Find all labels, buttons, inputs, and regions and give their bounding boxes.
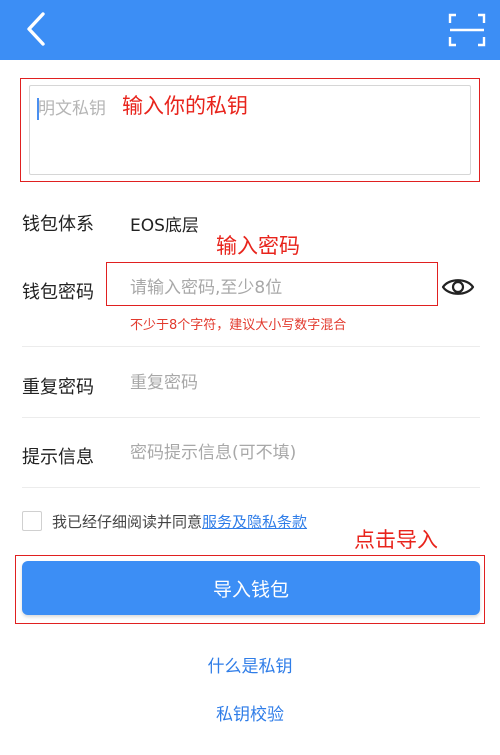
agreement-text: 我已经仔细阅读并同意 bbox=[52, 512, 203, 531]
password-strength-hint: 不少于8个字符，建议大小写数字混合 bbox=[130, 318, 347, 333]
eye-icon bbox=[441, 279, 475, 295]
annotation-click-import: 点击导入 bbox=[354, 528, 438, 552]
divider bbox=[22, 346, 480, 347]
annotation-enter-password: 输入密码 bbox=[216, 234, 300, 258]
private-key-field bbox=[29, 85, 471, 175]
hint-info-label: 提示信息 bbox=[22, 447, 94, 468]
toggle-password-visibility[interactable] bbox=[440, 274, 476, 300]
private-key-input[interactable] bbox=[30, 86, 470, 174]
agreement-row: 我已经仔细阅读并同意 服务及隐私条款 bbox=[22, 508, 307, 534]
repeat-password-input[interactable] bbox=[124, 365, 464, 401]
annotation-enter-key: 输入你的私钥 bbox=[122, 94, 248, 118]
back-button[interactable] bbox=[18, 10, 58, 50]
what-is-private-key-link[interactable]: 什么是私钥 bbox=[0, 652, 500, 677]
divider bbox=[22, 417, 480, 418]
repeat-password-label: 重复密码 bbox=[22, 377, 94, 398]
top-app-bar bbox=[0, 0, 500, 60]
terms-privacy-link[interactable]: 服务及隐私条款 bbox=[202, 511, 307, 532]
private-key-highlight bbox=[20, 78, 480, 182]
hint-info-input[interactable] bbox=[124, 435, 464, 471]
verify-private-key-link[interactable]: 私钥校验 bbox=[0, 700, 500, 725]
wallet-password-input[interactable] bbox=[124, 270, 434, 306]
wallet-password-label: 钱包密码 bbox=[22, 282, 94, 303]
wallet-system-label: 钱包体系 bbox=[22, 214, 94, 235]
import-wallet-button[interactable]: 导入钱包 bbox=[22, 561, 480, 615]
agreement-checkbox[interactable] bbox=[22, 511, 42, 531]
divider bbox=[22, 487, 480, 488]
text-caret bbox=[37, 98, 39, 120]
scan-frame-icon bbox=[448, 13, 486, 47]
chevron-left-icon bbox=[27, 12, 45, 46]
scan-button[interactable] bbox=[446, 10, 488, 50]
wallet-system-value: EOS底层 bbox=[130, 216, 199, 236]
